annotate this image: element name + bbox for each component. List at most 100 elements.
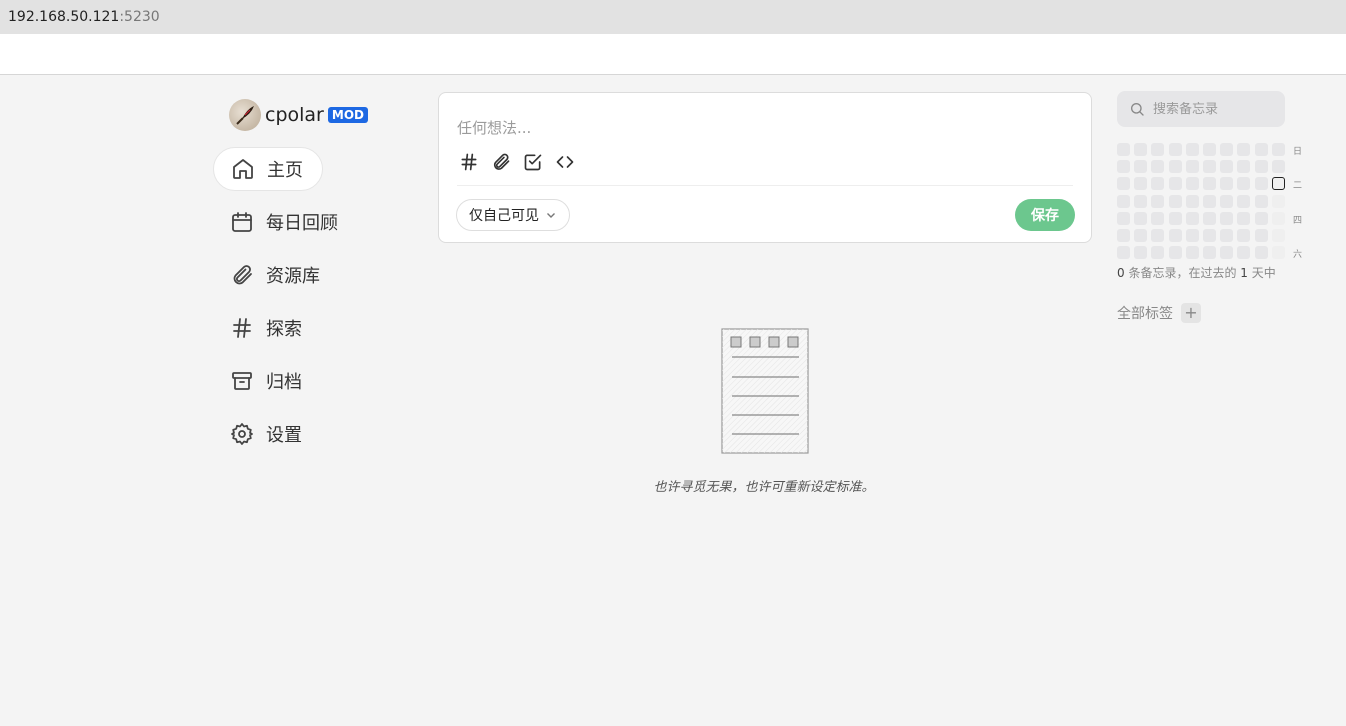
sidebar-item-archive[interactable]: 归档 — [213, 359, 323, 403]
heatmap-cell[interactable] — [1254, 229, 1268, 242]
heatmap-cell[interactable] — [1237, 246, 1251, 260]
heatmap-cell[interactable] — [1203, 143, 1216, 156]
heatmap-cell[interactable] — [1220, 143, 1234, 156]
heatmap-cell[interactable] — [1220, 211, 1234, 225]
heatmap-cell[interactable] — [1203, 246, 1216, 260]
heatmap-cell[interactable] — [1134, 160, 1148, 174]
role-badge: MOD — [327, 107, 368, 123]
avatar[interactable] — [229, 99, 261, 131]
heatmap-cell[interactable] — [1185, 143, 1199, 156]
heatmap-cell[interactable] — [1203, 194, 1216, 208]
heatmap-cell[interactable] — [1220, 177, 1234, 191]
heatmap-cell[interactable] — [1168, 143, 1182, 156]
paperclip-icon[interactable] — [491, 152, 511, 172]
heatmap-cell[interactable] — [1168, 160, 1182, 174]
search-box[interactable] — [1117, 91, 1285, 127]
empty-notepad-icon — [721, 328, 809, 454]
heatmap-cell[interactable] — [1117, 211, 1130, 225]
heatmap-cell[interactable] — [1185, 246, 1199, 260]
heatmap-cell[interactable] — [1151, 160, 1165, 174]
heatmap-cell[interactable] — [1203, 211, 1216, 225]
heatmap-cell[interactable] — [1220, 194, 1234, 208]
hash-icon[interactable] — [459, 152, 479, 172]
heatmap-cell[interactable] — [1237, 229, 1251, 242]
hash-icon — [233, 318, 251, 338]
heatmap-cell[interactable] — [1254, 160, 1268, 174]
heatmap-cell[interactable] — [1117, 229, 1130, 242]
empty-state-text: 也许寻觅无果，也许可重新设定标准。 — [653, 480, 875, 495]
home-icon — [233, 159, 253, 179]
heatmap-cell[interactable] — [1151, 211, 1165, 225]
heatmap-cell[interactable] — [1151, 229, 1165, 242]
sidebar-item-home[interactable]: 主页 — [213, 147, 323, 191]
heatmap-cell[interactable] — [1271, 160, 1285, 174]
heatmap-cell-today[interactable] — [1271, 177, 1285, 191]
heatmap-cell[interactable] — [1237, 160, 1251, 174]
heatmap-cell[interactable] — [1271, 246, 1285, 260]
add-tag-button[interactable]: + — [1181, 303, 1201, 323]
heatmap-cell[interactable] — [1220, 246, 1234, 260]
heatmap-cell[interactable] — [1134, 194, 1148, 208]
heatmap-cell[interactable] — [1151, 177, 1165, 191]
heatmap-cell[interactable] — [1220, 229, 1234, 242]
heatmap-cell[interactable] — [1254, 211, 1268, 225]
browser-url-bar[interactable]: 192.168.50.121:5230 — [0, 0, 1346, 34]
heatmap-cell[interactable] — [1220, 160, 1234, 174]
sidebar-item-label: 设置 — [266, 425, 302, 446]
code-icon[interactable] — [555, 152, 575, 172]
memo-stats: 0 条备忘录，在过去的 1 天中 — [1117, 264, 1276, 281]
heatmap-cell[interactable] — [1151, 143, 1165, 156]
user-header[interactable]: cpolar MOD — [229, 99, 368, 131]
visibility-select[interactable]: 仅自己可见 — [456, 199, 570, 231]
sidebar-item-explore[interactable]: 探索 — [213, 306, 323, 350]
heatmap-cell[interactable] — [1168, 246, 1182, 260]
heatmap-cell[interactable] — [1203, 229, 1216, 242]
heatmap-cell[interactable] — [1254, 246, 1268, 260]
weekday-label: 日 — [1293, 147, 1303, 157]
heatmap-cell[interactable] — [1151, 194, 1165, 208]
heatmap-cell[interactable] — [1168, 211, 1182, 225]
memo-input[interactable]: 任何想法... — [457, 117, 531, 138]
heatmap-cell[interactable] — [1185, 194, 1199, 208]
heatmap-cell[interactable] — [1203, 160, 1216, 174]
heatmap-cell[interactable] — [1168, 177, 1182, 191]
sidebar-item-resources[interactable]: 资源库 — [213, 253, 323, 297]
heatmap-cell[interactable] — [1117, 160, 1130, 174]
heatmap-cell[interactable] — [1237, 211, 1251, 225]
heatmap-cell[interactable] — [1117, 246, 1130, 260]
sidebar-item-label: 探索 — [266, 319, 302, 340]
heatmap-cell[interactable] — [1117, 177, 1130, 191]
heatmap-cell[interactable] — [1254, 194, 1268, 208]
heatmap-cell[interactable] — [1254, 177, 1268, 191]
sidebar-item-label: 归档 — [266, 372, 302, 393]
heatmap-cell[interactable] — [1271, 143, 1285, 156]
checkbox-icon[interactable] — [523, 152, 543, 172]
heatmap-cell[interactable] — [1203, 177, 1216, 191]
heatmap-cell[interactable] — [1271, 229, 1285, 242]
heatmap-cell[interactable] — [1237, 143, 1251, 156]
heatmap-cell[interactable] — [1134, 143, 1148, 156]
heatmap-cell[interactable] — [1134, 211, 1148, 225]
heatmap-cell[interactable] — [1271, 211, 1285, 225]
save-button[interactable]: 保存 — [1015, 199, 1075, 231]
heatmap-cell[interactable] — [1237, 194, 1251, 208]
heatmap-cell[interactable] — [1134, 246, 1148, 260]
heatmap-cell[interactable] — [1151, 246, 1165, 260]
heatmap-cell[interactable] — [1237, 177, 1251, 191]
heatmap-cell[interactable] — [1117, 194, 1130, 208]
heatmap-cell[interactable] — [1185, 229, 1199, 242]
url-port: :5230 — [119, 9, 160, 25]
search-input[interactable] — [1153, 101, 1273, 117]
heatmap-cell[interactable] — [1254, 143, 1268, 156]
heatmap-cell[interactable] — [1185, 160, 1199, 174]
heatmap-cell[interactable] — [1117, 143, 1130, 156]
heatmap-cell[interactable] — [1185, 177, 1199, 191]
sidebar-item-daily-review[interactable]: 每日回顾 — [213, 200, 338, 244]
heatmap-cell[interactable] — [1271, 194, 1285, 208]
sidebar-item-settings[interactable]: 设置 — [213, 412, 323, 456]
heatmap-cell[interactable] — [1134, 229, 1148, 242]
heatmap-cell[interactable] — [1168, 194, 1182, 208]
heatmap-cell[interactable] — [1134, 177, 1148, 191]
heatmap-cell[interactable] — [1185, 211, 1199, 225]
heatmap-cell[interactable] — [1168, 229, 1182, 242]
